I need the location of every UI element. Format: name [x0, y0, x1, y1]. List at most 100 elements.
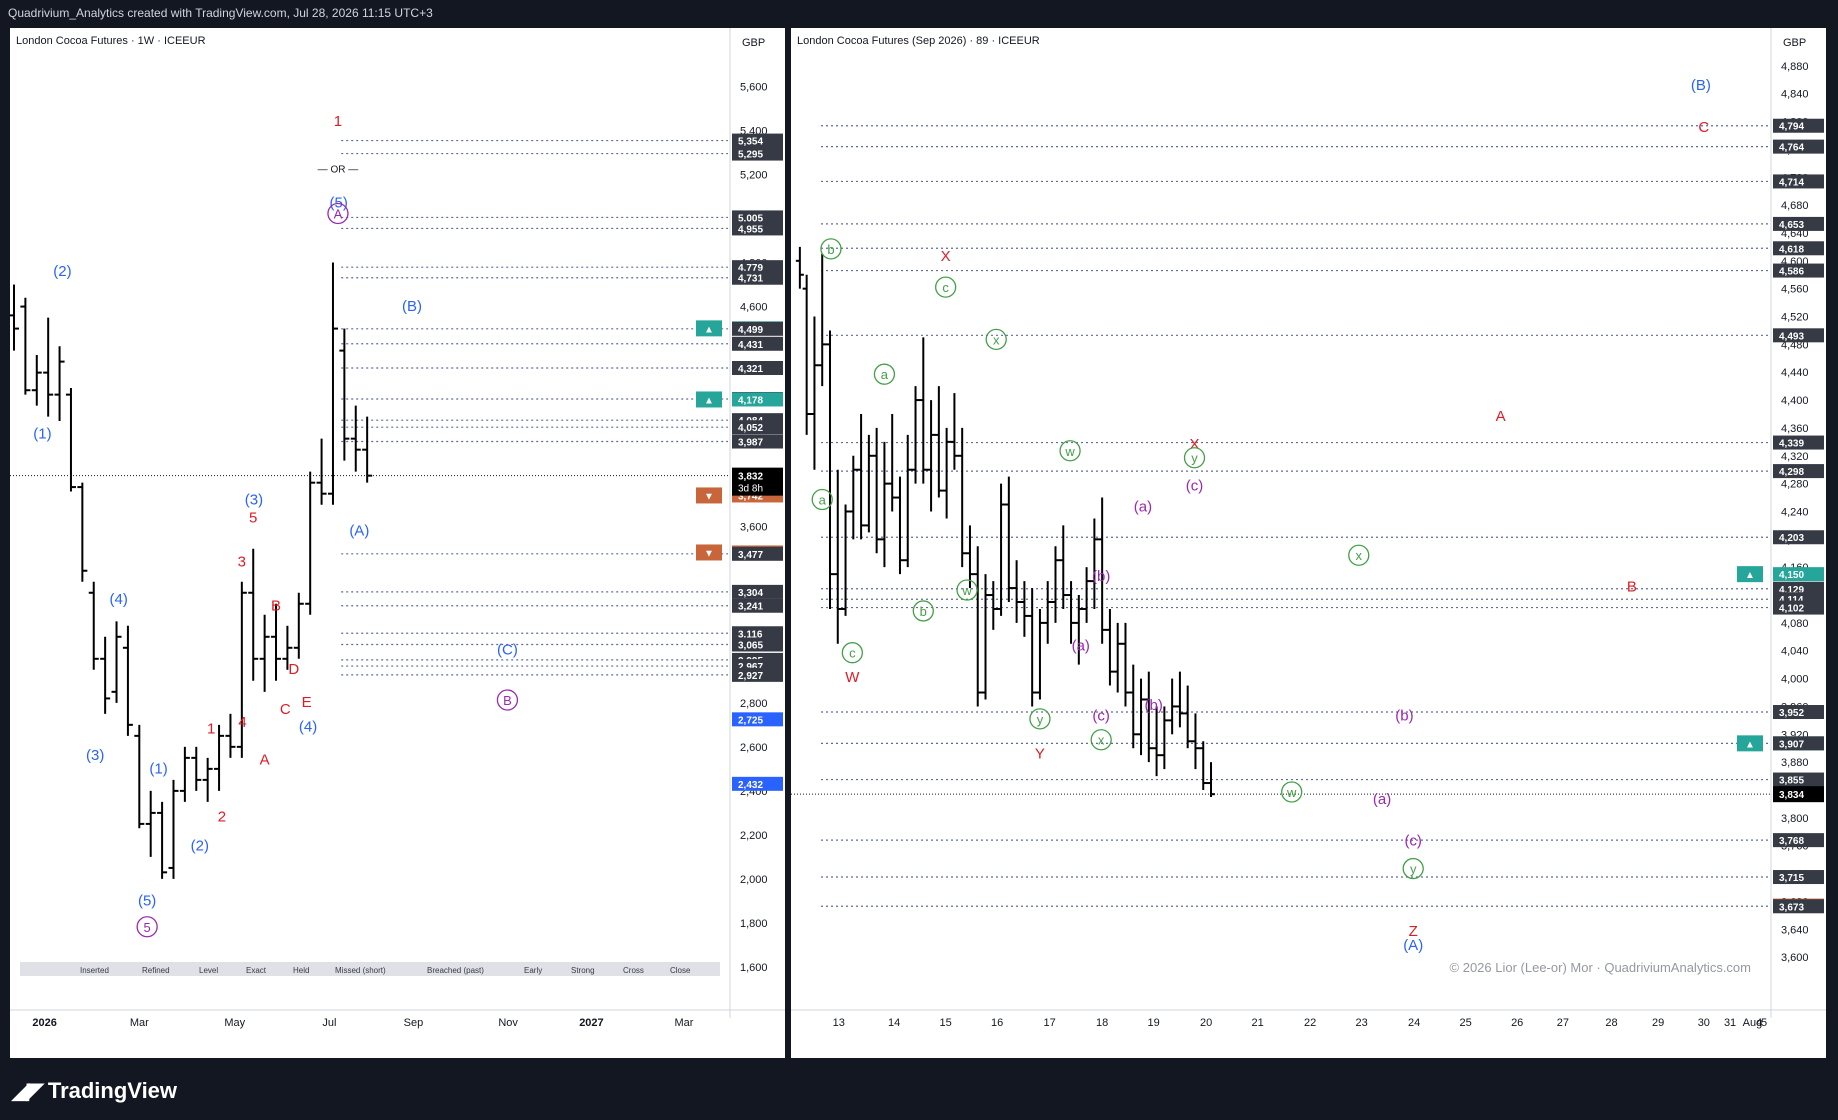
y-tick-label: 4,560 — [1781, 284, 1809, 296]
circled-wave-label: y — [1191, 451, 1198, 466]
price-bar — [179, 746, 190, 802]
wave-label: (2) — [191, 837, 209, 854]
tradingview-logo[interactable]: ◢◤ TradingView — [12, 1078, 177, 1104]
intraday-chart[interactable]: London Cocoa Futures (Sep 2026) · 89 · I… — [791, 28, 1826, 1058]
price-bar — [1175, 671, 1184, 728]
y-tick-label: 4,600 — [740, 302, 768, 314]
price-bar — [1199, 741, 1208, 790]
legend-item: Cross — [623, 966, 644, 975]
circled-wave-label: w — [1064, 444, 1075, 459]
y-tick-label: 4,400 — [1781, 395, 1809, 407]
x-tick-label: May — [224, 1017, 245, 1029]
last-price-text: 3,832 — [738, 472, 763, 483]
price-bar — [997, 483, 1006, 616]
wave-label: (a) — [1134, 498, 1152, 515]
wave-label: (1) — [33, 426, 51, 443]
up-arrow-icon: ▲ — [1745, 570, 1755, 581]
price-bar — [1004, 476, 1013, 602]
circled-wave-label: 5 — [144, 920, 151, 935]
weekly-chart[interactable]: London Cocoa Futures · 1W · ICEEUR GBP 5,6… — [10, 28, 785, 1058]
wave-label: (B) — [1691, 77, 1711, 94]
circled-wave-label: y — [1037, 712, 1044, 727]
price-bar — [950, 393, 959, 470]
x-tick-label: 20 — [1200, 1017, 1212, 1029]
up-arrow-icon: ▲ — [704, 324, 714, 335]
wave-label: (4) — [299, 718, 317, 735]
x-tick-label: 23 — [1356, 1017, 1368, 1029]
wave-label: 2 — [218, 809, 226, 826]
legend-item: Early — [524, 966, 542, 975]
circled-wave-label: y — [1410, 862, 1417, 877]
wave-label: (C) — [497, 641, 518, 658]
price-bar — [802, 274, 811, 435]
price-bar — [339, 328, 350, 461]
x-tick-label: 2027 — [579, 1017, 603, 1029]
chart-header-caption: Quadrivium_Analytics created with Tradin… — [8, 6, 433, 20]
chart-title: London Cocoa Futures (Sep 2026) · 89 · I… — [797, 35, 1040, 47]
price-bar — [248, 548, 259, 681]
y-tick-label: 2,200 — [740, 830, 768, 842]
x-tick-label: 24 — [1408, 1017, 1420, 1029]
x-tick-label: Mar — [675, 1017, 694, 1029]
price-label-text: 4,764 — [1779, 143, 1804, 154]
price-label-text: 4,731 — [738, 274, 763, 285]
y-tick-label: 1,600 — [740, 962, 768, 974]
wave-label: B — [1627, 579, 1637, 596]
y-tick-label: 2,800 — [740, 698, 768, 710]
y-tick-label: 4,520 — [1781, 312, 1809, 324]
wave-label: (b) — [1395, 707, 1413, 724]
price-bar — [981, 574, 990, 700]
chart-title: London Cocoa Futures · 1W · ICEEUR — [16, 35, 206, 47]
y-tick-label: 3,600 — [740, 522, 768, 534]
x-tick-label: 22 — [1304, 1017, 1316, 1029]
circled-wave-label: c — [849, 646, 856, 661]
x-tick-label: Mar — [130, 1017, 149, 1029]
price-bar — [350, 405, 361, 472]
price-bar — [43, 317, 54, 417]
price-bar — [1012, 560, 1021, 623]
down-arrow-icon: ▼ — [704, 491, 714, 502]
price-bar — [911, 386, 920, 484]
wave-label: (b) — [1092, 568, 1110, 585]
wave-label: 4 — [238, 714, 246, 731]
y-tick-label: 5,200 — [740, 169, 768, 181]
price-bar — [362, 416, 373, 483]
price-bar — [965, 525, 974, 589]
price-bar — [872, 427, 881, 554]
wave-label: (a) — [1072, 638, 1090, 655]
price-label-text: 3,241 — [738, 602, 763, 613]
x-tick-label: 21 — [1252, 1017, 1264, 1029]
circled-wave-label: b — [920, 604, 927, 619]
wave-label: (2) — [53, 263, 71, 280]
weekly-chart-panel[interactable]: London Cocoa Futures · 1W · ICEEUR GBP 5,6… — [10, 28, 785, 1058]
price-bar — [88, 581, 99, 670]
x-tick-label: 29 — [1652, 1017, 1664, 1029]
circled-wave-label: w — [1286, 785, 1297, 800]
intraday-chart-panel[interactable]: London Cocoa Futures (Sep 2026) · 89 · I… — [791, 28, 1826, 1058]
price-label-text: 3,952 — [1779, 708, 1804, 719]
y-tick-label: 4,360 — [1781, 423, 1809, 435]
y-tick-label: 4,840 — [1781, 89, 1809, 101]
price-bar — [1051, 546, 1060, 623]
circled-wave-label: x — [1098, 733, 1105, 748]
price-label-text: 3,673 — [1779, 902, 1804, 913]
up-arrow-icon: ▲ — [1745, 739, 1755, 750]
price-bar — [1160, 706, 1169, 770]
circled-wave-label: x — [993, 332, 1000, 347]
price-bar — [927, 400, 936, 512]
up-arrow-icon: ▲ — [704, 395, 714, 406]
price-bar — [157, 801, 168, 879]
price-bar — [888, 414, 897, 512]
wave-label: (c) — [1404, 833, 1422, 850]
currency-label: GBP — [1783, 37, 1806, 49]
price-bar — [236, 581, 247, 758]
price-label-text: 4,618 — [1779, 244, 1804, 255]
price-bar — [31, 355, 42, 406]
price-bar — [271, 603, 282, 681]
x-tick-label: 2026 — [32, 1017, 56, 1029]
price-bar — [1152, 706, 1161, 777]
or-label: — OR — — [318, 164, 359, 175]
price-bar — [1183, 685, 1192, 749]
circled-wave-label: x — [1356, 548, 1363, 563]
x-tick-label: 16 — [991, 1017, 1003, 1029]
